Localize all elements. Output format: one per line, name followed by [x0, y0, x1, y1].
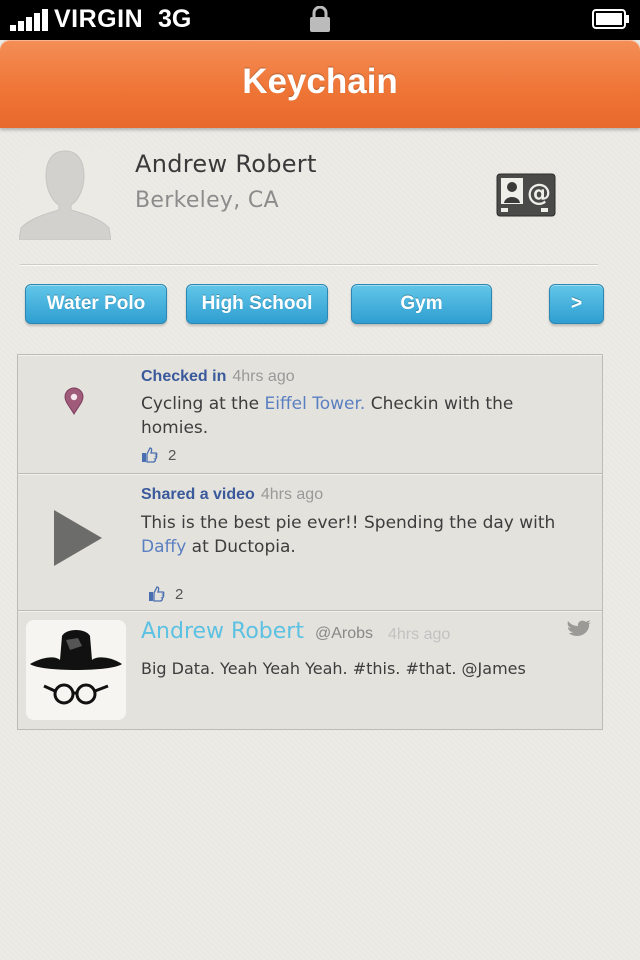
network-type: 3G — [158, 5, 192, 33]
status-bar: VIRGIN 3G — [0, 0, 640, 40]
lock-icon — [310, 6, 330, 32]
feed-item-header: Shared a video 4hrs ago — [141, 486, 323, 504]
feed-timestamp: 4hrs ago — [260, 486, 324, 503]
battery-icon — [592, 9, 629, 29]
tweet-author-handle[interactable]: @Arobs — [315, 625, 373, 643]
like-count-value: 2 — [168, 447, 177, 464]
navigation-bar: Keychain — [0, 40, 640, 128]
map-pin-icon — [64, 387, 84, 415]
like-count[interactable]: 2 — [148, 585, 183, 603]
play-icon[interactable] — [53, 509, 103, 567]
tag-button-water-polo[interactable]: Water Polo — [25, 284, 167, 324]
feed-item-text: This is the best pie ever!! Spending the… — [141, 511, 581, 559]
tweet-timestamp: 4hrs ago — [388, 626, 451, 643]
signal-strength-icon — [10, 9, 48, 31]
tweet-author-name[interactable]: Andrew Robert — [141, 619, 304, 644]
place-link[interactable]: Eiffel Tower. — [264, 394, 365, 414]
feed-item-header: Checked in 4hrs ago — [141, 368, 295, 386]
feed-timestamp: 4hrs ago — [232, 368, 295, 385]
tweet-author-photo[interactable] — [26, 620, 126, 720]
feed-item-text: Cycling at the Eiffel Tower. Checkin wit… — [141, 392, 561, 440]
tags-more-button[interactable]: > — [549, 284, 604, 324]
header-divider — [20, 264, 598, 265]
feed-item-checkin[interactable]: Checked in 4hrs ago Cycling at the Eiffel… — [18, 355, 602, 474]
like-count[interactable]: 2 — [141, 446, 176, 464]
feed-text: This is the best pie ever!! Spending the… — [141, 513, 556, 533]
like-count-value: 2 — [175, 586, 184, 603]
tweet-text: Big Data. Yeah Yeah Yeah. #this. #that. … — [141, 659, 526, 678]
person-link[interactable]: Daffy — [141, 537, 186, 557]
feed-item-video[interactable]: Shared a video 4hrs ago This is the best … — [18, 474, 602, 611]
person-silhouette-icon[interactable] — [19, 148, 111, 240]
twitter-bird-icon — [567, 620, 592, 636]
feed-action-label: Shared a video — [141, 486, 255, 503]
tag-button-high-school[interactable]: High School — [186, 284, 328, 324]
profile-name: Andrew Robert — [135, 150, 317, 178]
feed-text: Cycling at the — [141, 394, 265, 414]
carrier-name: VIRGIN — [54, 5, 144, 33]
thumbs-up-icon — [149, 586, 165, 602]
feed-text: at Ductopia. — [186, 537, 296, 557]
page-title: Keychain — [242, 62, 398, 101]
feed-action-label: Checked in — [141, 368, 227, 385]
tag-button-gym[interactable]: Gym — [351, 284, 492, 324]
activity-feed: Checked in 4hrs ago Cycling at the Eiffel… — [17, 354, 603, 730]
profile-location: Berkeley, CA — [135, 188, 279, 213]
feed-item-tweet[interactable]: Andrew Robert @Arobs 4hrs ago Big Data. … — [18, 611, 602, 729]
thumbs-up-icon — [142, 447, 158, 463]
svg-text:@: @ — [527, 179, 551, 207]
contact-card-icon[interactable]: @ — [496, 173, 556, 217]
